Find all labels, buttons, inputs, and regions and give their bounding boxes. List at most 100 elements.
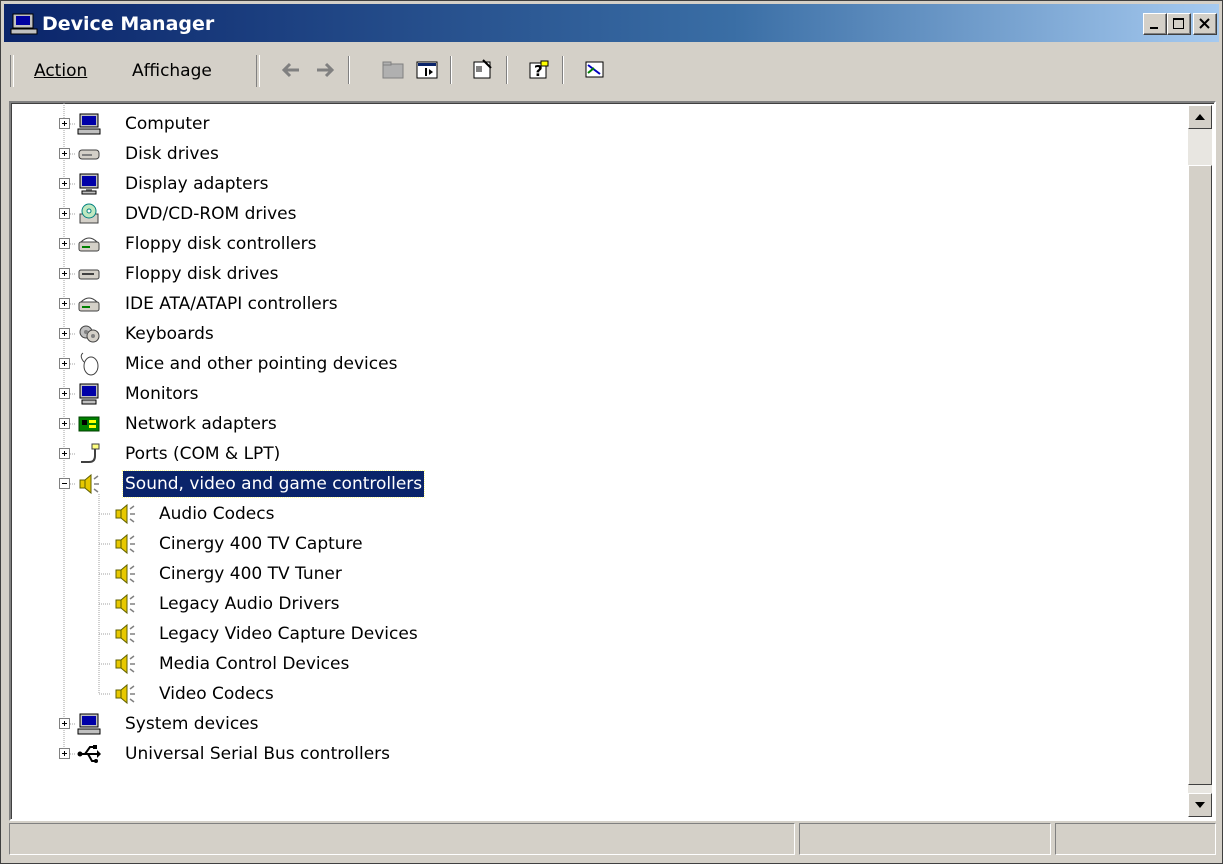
tree-category[interactable]: Disk drives xyxy=(11,141,1111,169)
tree-category[interactable]: Network adapters xyxy=(11,411,1111,439)
show-hide-tree-button[interactable] xyxy=(412,56,442,84)
tree-device-label[interactable]: Video Codecs xyxy=(157,681,276,707)
tree-category-label[interactable]: Floppy disk controllers xyxy=(123,231,319,257)
tree-device[interactable]: Video Codecs xyxy=(11,681,1111,709)
vertical-scrollbar[interactable] xyxy=(1188,105,1212,817)
tree-device[interactable]: Audio Codecs xyxy=(11,501,1111,529)
tree-category-label[interactable]: Monitors xyxy=(123,381,200,407)
properties-icon xyxy=(473,59,492,79)
back-button[interactable] xyxy=(276,56,306,84)
tree-category[interactable]: Mice and other pointing devices xyxy=(11,351,1111,379)
tree-category[interactable]: System devices xyxy=(11,711,1111,739)
speaker-icon xyxy=(115,623,135,645)
tree-category-label[interactable]: Sound, video and game controllers xyxy=(121,470,426,498)
tree-device-label[interactable]: Audio Codecs xyxy=(157,501,276,527)
tree-category[interactable]: Floppy disk controllers xyxy=(11,231,1111,259)
tree-device-label[interactable]: Cinergy 400 TV Tuner xyxy=(157,561,344,587)
tree-device-label[interactable]: Legacy Video Capture Devices xyxy=(157,621,420,647)
tree-category[interactable]: Monitors xyxy=(11,381,1111,409)
mouse-icon xyxy=(80,352,99,376)
cdrom-icon xyxy=(79,203,99,224)
toolbar-separator xyxy=(506,56,508,84)
tree-category-label[interactable]: Universal Serial Bus controllers xyxy=(123,741,392,767)
help-icon: ? xyxy=(529,60,549,80)
device-tree[interactable]: Computer Disk drives Display adapters DVD/C… xyxy=(9,101,1216,821)
expand-toggle[interactable] xyxy=(59,148,70,159)
tree-category[interactable]: Ports (COM & LPT) xyxy=(11,441,1111,469)
collapse-toggle[interactable] xyxy=(59,478,70,489)
tree-category[interactable]: DVD/CD-ROM drives xyxy=(11,201,1111,229)
expand-toggle[interactable] xyxy=(59,298,70,309)
expand-toggle[interactable] xyxy=(59,328,70,339)
expand-toggle[interactable] xyxy=(59,448,70,459)
tree-category-label[interactable]: Disk drives xyxy=(123,141,221,167)
disk-drive-icon xyxy=(78,149,100,160)
tree-category[interactable]: Universal Serial Bus controllers xyxy=(11,741,1111,769)
expand-toggle[interactable] xyxy=(59,718,70,729)
floppy-drive-icon xyxy=(78,269,100,280)
tree-device[interactable]: Legacy Video Capture Devices xyxy=(11,621,1111,649)
tree-category[interactable]: IDE ATA/ATAPI controllers xyxy=(11,291,1111,319)
close-button[interactable] xyxy=(1193,13,1217,35)
tree-device-label[interactable]: Legacy Audio Drivers xyxy=(157,591,342,617)
port-icon xyxy=(81,443,100,463)
title-bar[interactable]: Device Manager xyxy=(4,4,1219,42)
expand-toggle[interactable] xyxy=(59,118,70,129)
tree-device-label[interactable]: Cinergy 400 TV Capture xyxy=(157,531,365,557)
scroll-down-button[interactable] xyxy=(1188,793,1212,817)
tree-category[interactable]: Computer xyxy=(11,111,1111,139)
toolbar-separator xyxy=(450,56,452,84)
tree-category-label[interactable]: DVD/CD-ROM drives xyxy=(123,201,298,227)
expand-toggle[interactable] xyxy=(59,748,70,759)
help-button[interactable]: ? xyxy=(524,56,554,84)
up-folder-button[interactable] xyxy=(378,56,408,84)
speaker-icon xyxy=(115,563,135,585)
tree-device[interactable]: Cinergy 400 TV Capture xyxy=(11,531,1111,559)
usb-icon xyxy=(77,745,101,763)
expand-toggle[interactable] xyxy=(59,208,70,219)
forward-arrow-icon xyxy=(317,62,335,78)
properties-button[interactable] xyxy=(468,56,498,84)
computer-icon xyxy=(77,113,101,135)
tree-category-label[interactable]: Mice and other pointing devices xyxy=(123,351,399,377)
menu-affichage[interactable]: Affichage xyxy=(132,60,212,82)
expand-toggle[interactable] xyxy=(59,238,70,249)
tree-category-label[interactable]: Keyboards xyxy=(123,321,216,347)
minimize-button[interactable] xyxy=(1143,13,1167,35)
tree-category[interactable]: Floppy disk drives xyxy=(11,261,1111,289)
tree-category-label[interactable]: IDE ATA/ATAPI controllers xyxy=(123,291,340,317)
menu-action[interactable]: Action xyxy=(34,60,87,82)
tree-category[interactable]: Display adapters xyxy=(11,171,1111,199)
scroll-up-button[interactable] xyxy=(1188,105,1212,129)
status-panel-main xyxy=(9,823,795,855)
tree-category-label[interactable]: Floppy disk drives xyxy=(123,261,280,287)
tree-device[interactable]: Cinergy 400 TV Tuner xyxy=(11,561,1111,589)
maximize-button[interactable] xyxy=(1167,13,1191,35)
tree-category[interactable]: Sound, video and game controllers xyxy=(11,470,1111,499)
up-folder-icon xyxy=(382,61,404,79)
tree-category-label[interactable]: Display adapters xyxy=(123,171,270,197)
window-title: Device Manager xyxy=(42,13,215,35)
scan-hardware-button[interactable] xyxy=(580,56,610,84)
tree-category-label[interactable]: Computer xyxy=(123,111,212,137)
tree-device[interactable]: Legacy Audio Drivers xyxy=(11,591,1111,619)
computer-icon xyxy=(77,713,101,735)
tree-category-label[interactable]: System devices xyxy=(123,711,261,737)
device-manager-window: Device Manager Action Affichage ? Comput… xyxy=(0,0,1223,864)
expand-toggle[interactable] xyxy=(59,178,70,189)
forward-button[interactable] xyxy=(310,56,340,84)
keyboard-icon xyxy=(79,325,100,343)
tree-device-label[interactable]: Media Control Devices xyxy=(157,651,351,677)
expand-toggle[interactable] xyxy=(59,358,70,369)
expand-toggle[interactable] xyxy=(59,418,70,429)
tree-category[interactable]: Keyboards xyxy=(11,321,1111,349)
scrollbar-thumb[interactable] xyxy=(1188,165,1212,785)
speaker-icon xyxy=(115,593,135,615)
tree-category-label[interactable]: Ports (COM & LPT) xyxy=(123,441,282,467)
expand-toggle[interactable] xyxy=(59,388,70,399)
tree-category-label[interactable]: Network adapters xyxy=(123,411,279,437)
status-panel-right xyxy=(1055,823,1216,855)
tree-device[interactable]: Media Control Devices xyxy=(11,651,1111,679)
expand-toggle[interactable] xyxy=(59,268,70,279)
controller-icon xyxy=(78,237,100,252)
